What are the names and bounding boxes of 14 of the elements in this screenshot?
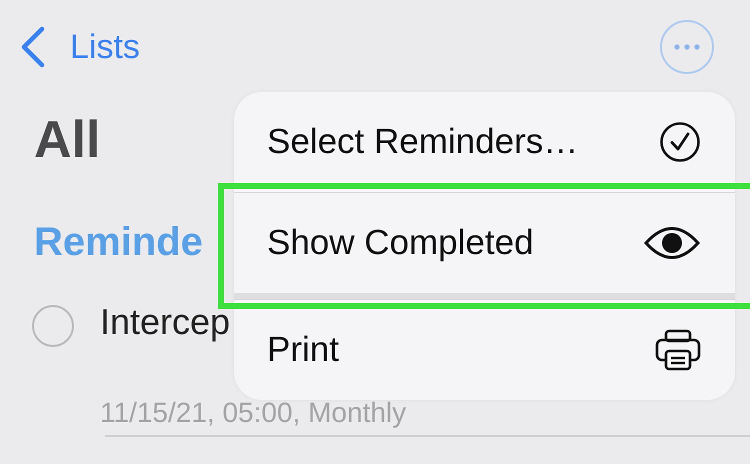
- printer-icon: [655, 329, 701, 371]
- menu-item[interactable]: Select Reminders…: [234, 92, 735, 192]
- reminder-title: Intercep: [100, 301, 230, 343]
- menu-item[interactable]: Print: [234, 300, 735, 400]
- list-title: All: [34, 110, 100, 170]
- menu-item[interactable]: Show Completed: [234, 193, 735, 293]
- section-header: Reminde: [34, 220, 203, 265]
- ellipsis-icon: [674, 44, 700, 50]
- completion-circle[interactable]: [32, 305, 74, 347]
- more-button[interactable]: [660, 20, 714, 74]
- chevron-left-icon: [20, 26, 46, 68]
- reminder-detail: 11/15/21, 05:00, Monthly: [100, 397, 406, 429]
- eye-icon: [643, 226, 701, 260]
- checkmark-circle-icon: [659, 121, 701, 163]
